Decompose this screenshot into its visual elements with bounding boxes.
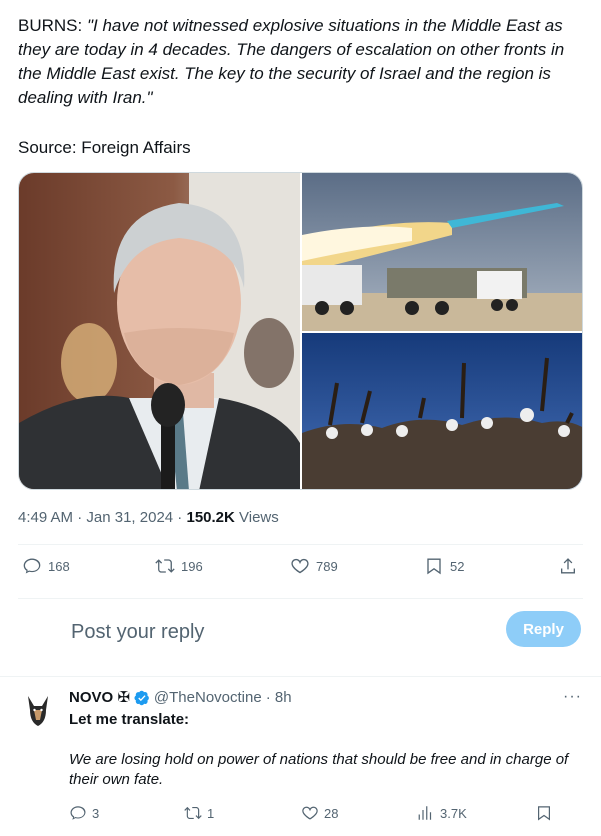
- tweet-date[interactable]: Jan 31, 2024: [86, 509, 173, 526]
- bookmark-icon: [427, 558, 441, 575]
- share-icon: [561, 558, 575, 574]
- reply-count: 168: [48, 558, 70, 574]
- reply-submit-button[interactable]: Reply: [506, 611, 581, 647]
- divider: [18, 598, 583, 599]
- reply-author-name[interactable]: NOVO ✠: [69, 688, 130, 708]
- tweet-views-count: 150.2K: [186, 509, 235, 526]
- media-photo-portrait[interactable]: [19, 173, 300, 489]
- avatar[interactable]: [18, 690, 58, 730]
- tweet-time[interactable]: 4:49 AM: [18, 509, 73, 526]
- bookmark-count: 52: [450, 558, 465, 574]
- verified-badge-icon: [134, 690, 149, 706]
- reply-text-body: We are losing hold on power of nations t…: [69, 751, 569, 788]
- reply-compose: Post your reply Reply: [0, 604, 601, 670]
- reply-like-count: 28: [324, 805, 339, 821]
- reply-views-button[interactable]: 3.7K: [417, 804, 467, 822]
- reply-text-line1: Let me translate:: [69, 711, 190, 728]
- repost-count: 196: [181, 558, 203, 574]
- like-icon: [291, 558, 309, 574]
- media-photo-missile-launch[interactable]: [302, 173, 582, 331]
- divider: [18, 544, 583, 545]
- tweet-views-label: Views: [234, 509, 279, 526]
- reply-like-button[interactable]: 28: [301, 804, 338, 822]
- reply-button[interactable]: 168: [22, 556, 70, 576]
- repost-icon: [184, 806, 202, 820]
- like-button[interactable]: 789: [290, 556, 338, 576]
- reply-icon: [23, 558, 41, 574]
- reply-author-handle[interactable]: @TheNovoctine: [154, 688, 262, 708]
- reply-tweet[interactable]: NOVO ✠ @TheNovoctine · 8h ··· Let me tra…: [0, 676, 601, 836]
- reply-repost-count: 1: [207, 805, 215, 821]
- reply-views-count: 3.7K: [440, 805, 467, 821]
- bookmark-button[interactable]: 52: [424, 556, 464, 576]
- tweet-text: BURNS: "I have not witnessed explosive s…: [18, 14, 588, 110]
- repost-button[interactable]: 196: [155, 556, 203, 576]
- reply-repost-button[interactable]: 1: [184, 804, 214, 822]
- tweet-source: Source: Foreign Affairs: [18, 138, 191, 157]
- tweet-meta: 4:49 AM · Jan 31, 2024 · 150.2K Views: [18, 509, 279, 526]
- reply-bookmark-button[interactable]: [535, 804, 553, 822]
- reply-time[interactable]: · 8h: [266, 688, 292, 708]
- like-icon: [302, 806, 318, 820]
- views-icon: [418, 806, 432, 820]
- tweet-quote: "I have not witnessed explosive situatio…: [18, 16, 565, 107]
- tweet-actions: 168 196 789 52: [18, 548, 583, 588]
- tweet-author-prefix: BURNS:: [18, 16, 87, 35]
- share-button[interactable]: [558, 556, 578, 576]
- more-icon[interactable]: ···: [563, 688, 582, 706]
- reply-header: NOVO ✠ @TheNovoctine · 8h: [69, 688, 292, 708]
- reply-reply-button[interactable]: 3: [69, 804, 99, 822]
- reply-input[interactable]: Post your reply: [71, 618, 204, 646]
- bookmark-icon: [538, 806, 550, 821]
- repost-icon: [155, 559, 175, 573]
- reply-reply-count: 3: [92, 805, 100, 821]
- reply-icon: [70, 806, 86, 820]
- like-count: 789: [316, 558, 338, 574]
- reply-actions: 3 1 28 3.7K: [69, 804, 589, 828]
- media-photo-crowd-rifles[interactable]: [302, 333, 582, 489]
- media-grid[interactable]: [18, 172, 583, 490]
